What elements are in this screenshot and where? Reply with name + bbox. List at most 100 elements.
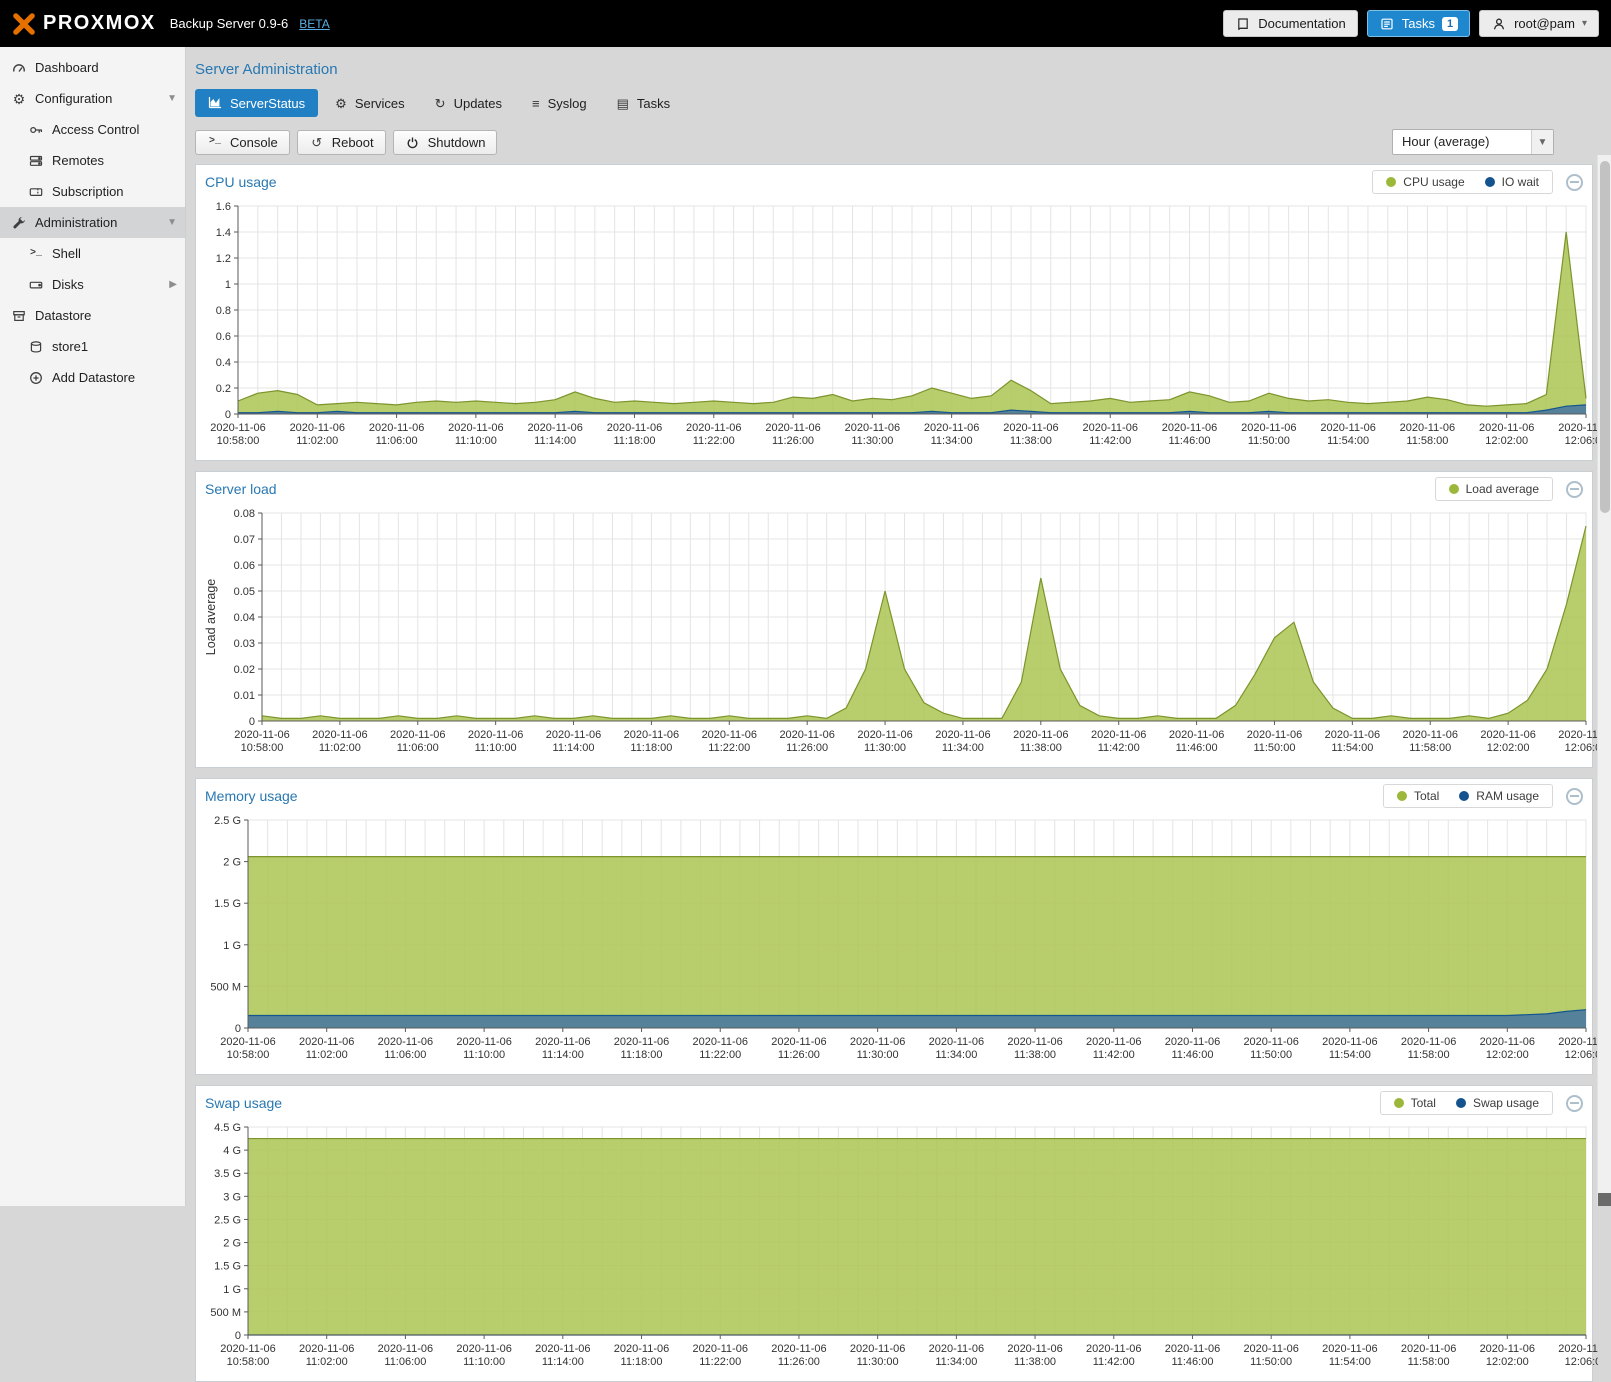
cpu-usage-chart: 00.20.40.60.811.21.41.62020-11-0610:58:0… <box>196 198 1592 460</box>
memory-usage-chart: 0500 M1 G1.5 G2 G2.5 G2020-11-0610:58:00… <box>196 812 1592 1074</box>
svg-text:0.03: 0.03 <box>234 638 255 650</box>
collapse-panel-icon[interactable] <box>1566 788 1583 805</box>
legend-dot <box>1485 177 1495 187</box>
tab-serverstatus[interactable]: ServerStatus <box>195 89 318 117</box>
tasks-grid-icon: ▤ <box>617 97 629 110</box>
sidebar-item-label: Datastore <box>35 308 91 323</box>
svg-text:2020-11-0611:02:00: 2020-11-0611:02:00 <box>299 1343 354 1368</box>
svg-text:2020-11-0611:22:00: 2020-11-0611:22:00 <box>693 1343 748 1368</box>
collapse-panel-icon[interactable] <box>1566 174 1583 191</box>
panel-header: Swap usage TotalSwap usage <box>196 1086 1592 1119</box>
svg-text:2020-11-0611:50:00: 2020-11-0611:50:00 <box>1243 1036 1298 1061</box>
shutdown-button[interactable]: Shutdown <box>393 130 498 155</box>
svg-text:2020-11-0611:54:00: 2020-11-0611:54:00 <box>1322 1036 1377 1061</box>
svg-text:0.05: 0.05 <box>234 586 255 598</box>
legend-label: Load average <box>1466 482 1539 496</box>
svg-text:3.5 G: 3.5 G <box>214 1168 241 1180</box>
svg-text:2020-11-0611:14:00: 2020-11-0611:14:00 <box>546 729 601 754</box>
sidebar-item-access-control[interactable]: Access Control <box>0 114 185 145</box>
svg-text:0.02: 0.02 <box>234 664 255 676</box>
tab-syslog[interactable]: ≡ Syslog <box>519 89 600 117</box>
legend-item: Load average <box>1449 482 1539 496</box>
action-toolbar: >_ Console ↺ Reboot Shutdown Hour (avera… <box>186 117 1611 155</box>
beta-link[interactable]: BETA <box>299 17 329 31</box>
svg-text:2020-11-0611:38:00: 2020-11-0611:38:00 <box>1007 1343 1062 1368</box>
svg-text:0.8: 0.8 <box>216 305 231 317</box>
user-menu-button[interactable]: root@pam ▾ <box>1479 10 1599 37</box>
legend-label: RAM usage <box>1476 789 1539 803</box>
timeframe-select[interactable]: Hour (average) ▼ <box>1392 129 1554 155</box>
tasks-button[interactable]: Tasks 1 <box>1367 10 1470 37</box>
legend-item: RAM usage <box>1459 789 1539 803</box>
chevron-down-icon: ▼ <box>167 93 177 104</box>
vertical-scrollbar[interactable] <box>1597 155 1611 1206</box>
svg-text:0.06: 0.06 <box>234 560 255 572</box>
sidebar-nav: Dashboard ⚙ Configuration ▼ Access Contr… <box>0 47 186 1206</box>
chevron-down-icon[interactable]: ▼ <box>1531 130 1553 154</box>
svg-text:2020-11-0612:02:00: 2020-11-0612:02:00 <box>1479 422 1534 447</box>
svg-text:1: 1 <box>225 279 231 291</box>
svg-text:1.4: 1.4 <box>216 227 231 239</box>
legend-dot <box>1449 484 1459 494</box>
chart-legend: TotalRAM usage <box>1383 784 1553 808</box>
svg-text:2020-11-0611:50:00: 2020-11-0611:50:00 <box>1247 729 1302 754</box>
sidebar-item-subscription[interactable]: Subscription <box>0 176 185 207</box>
svg-text:2020-11-0611:06:00: 2020-11-0611:06:00 <box>378 1036 433 1061</box>
svg-text:0: 0 <box>235 1330 241 1342</box>
sidebar-item-label: Access Control <box>52 122 139 137</box>
sidebar-item-store1[interactable]: store1 <box>0 331 185 362</box>
svg-text:2 G: 2 G <box>223 1238 241 1250</box>
svg-text:2 G: 2 G <box>223 857 241 869</box>
svg-text:0.07: 0.07 <box>234 534 255 546</box>
svg-text:2020-11-0611:02:00: 2020-11-0611:02:00 <box>290 422 345 447</box>
svg-text:0.6: 0.6 <box>216 331 231 343</box>
tab-bar: ServerStatus ⚙ Services ↻ Updates ≡ Sysl… <box>186 89 1611 117</box>
scrollbar-thumb[interactable] <box>1600 161 1610 513</box>
svg-text:0: 0 <box>235 1023 241 1035</box>
chevron-right-icon: ▶ <box>169 279 177 290</box>
sidebar-item-add-datastore[interactable]: Add Datastore <box>0 362 185 393</box>
panel-header: CPU usage CPU usageIO wait <box>196 165 1592 198</box>
sidebar-item-administration[interactable]: Administration ▼ <box>0 207 185 238</box>
tab-updates[interactable]: ↻ Updates <box>422 89 515 117</box>
sidebar-item-remotes[interactable]: Remotes <box>0 145 185 176</box>
svg-text:2020-11-0611:30:00: 2020-11-0611:30:00 <box>850 1036 905 1061</box>
brand-text: PROXMOX <box>43 12 156 35</box>
sidebar-item-dashboard[interactable]: Dashboard <box>0 52 185 83</box>
svg-text:2020-11-0611:14:00: 2020-11-0611:14:00 <box>527 422 582 447</box>
documentation-button[interactable]: Documentation <box>1223 10 1357 37</box>
svg-text:2020-11-0611:38:00: 2020-11-0611:38:00 <box>1007 1036 1062 1061</box>
chart-legend: CPU usageIO wait <box>1372 170 1553 194</box>
reboot-button[interactable]: ↺ Reboot <box>297 130 386 155</box>
svg-text:2020-11-0611:38:00: 2020-11-0611:38:00 <box>1003 422 1058 447</box>
user-label: root@pam <box>1514 16 1575 31</box>
ticket-icon <box>28 185 44 199</box>
task-list-icon <box>1379 17 1395 31</box>
tab-tasks[interactable]: ▤ Tasks <box>604 89 684 117</box>
svg-text:2020-11-0611:42:00: 2020-11-0611:42:00 <box>1086 1343 1141 1368</box>
svg-text:2020-11-0611:46:00: 2020-11-0611:46:00 <box>1165 1036 1220 1061</box>
sidebar-item-disks[interactable]: Disks ▶ <box>0 269 185 300</box>
legend-label: CPU usage <box>1403 175 1464 189</box>
server-icon <box>28 154 44 168</box>
svg-text:0.04: 0.04 <box>234 612 255 624</box>
chart-panels: CPU usage CPU usageIO wait 00.20.40.60.8… <box>186 155 1611 1382</box>
svg-text:2020-11-0611:26:00: 2020-11-0611:26:00 <box>765 422 820 447</box>
sidebar-item-shell[interactable]: >_ Shell <box>0 238 185 269</box>
sidebar-item-configuration[interactable]: ⚙ Configuration ▼ <box>0 83 185 114</box>
svg-text:0: 0 <box>249 716 255 728</box>
tab-label: Services <box>355 96 405 111</box>
legend-dot <box>1397 791 1407 801</box>
reboot-label: Reboot <box>332 135 374 150</box>
sidebar-item-label: Subscription <box>52 184 124 199</box>
collapse-panel-icon[interactable] <box>1566 481 1583 498</box>
sidebar-item-datastore[interactable]: Datastore <box>0 300 185 331</box>
swap-usage-panel: Swap usage TotalSwap usage 0500 M1 G1.5 … <box>195 1085 1593 1382</box>
collapse-panel-icon[interactable] <box>1566 1095 1583 1112</box>
svg-text:2020-11-0611:18:00: 2020-11-0611:18:00 <box>614 1343 669 1368</box>
svg-text:2.5 G: 2.5 G <box>214 1214 241 1226</box>
legend-item: Total <box>1394 1096 1436 1110</box>
plus-circle-icon <box>28 371 44 385</box>
tab-services[interactable]: ⚙ Services <box>322 89 418 117</box>
console-button[interactable]: >_ Console <box>195 130 290 155</box>
